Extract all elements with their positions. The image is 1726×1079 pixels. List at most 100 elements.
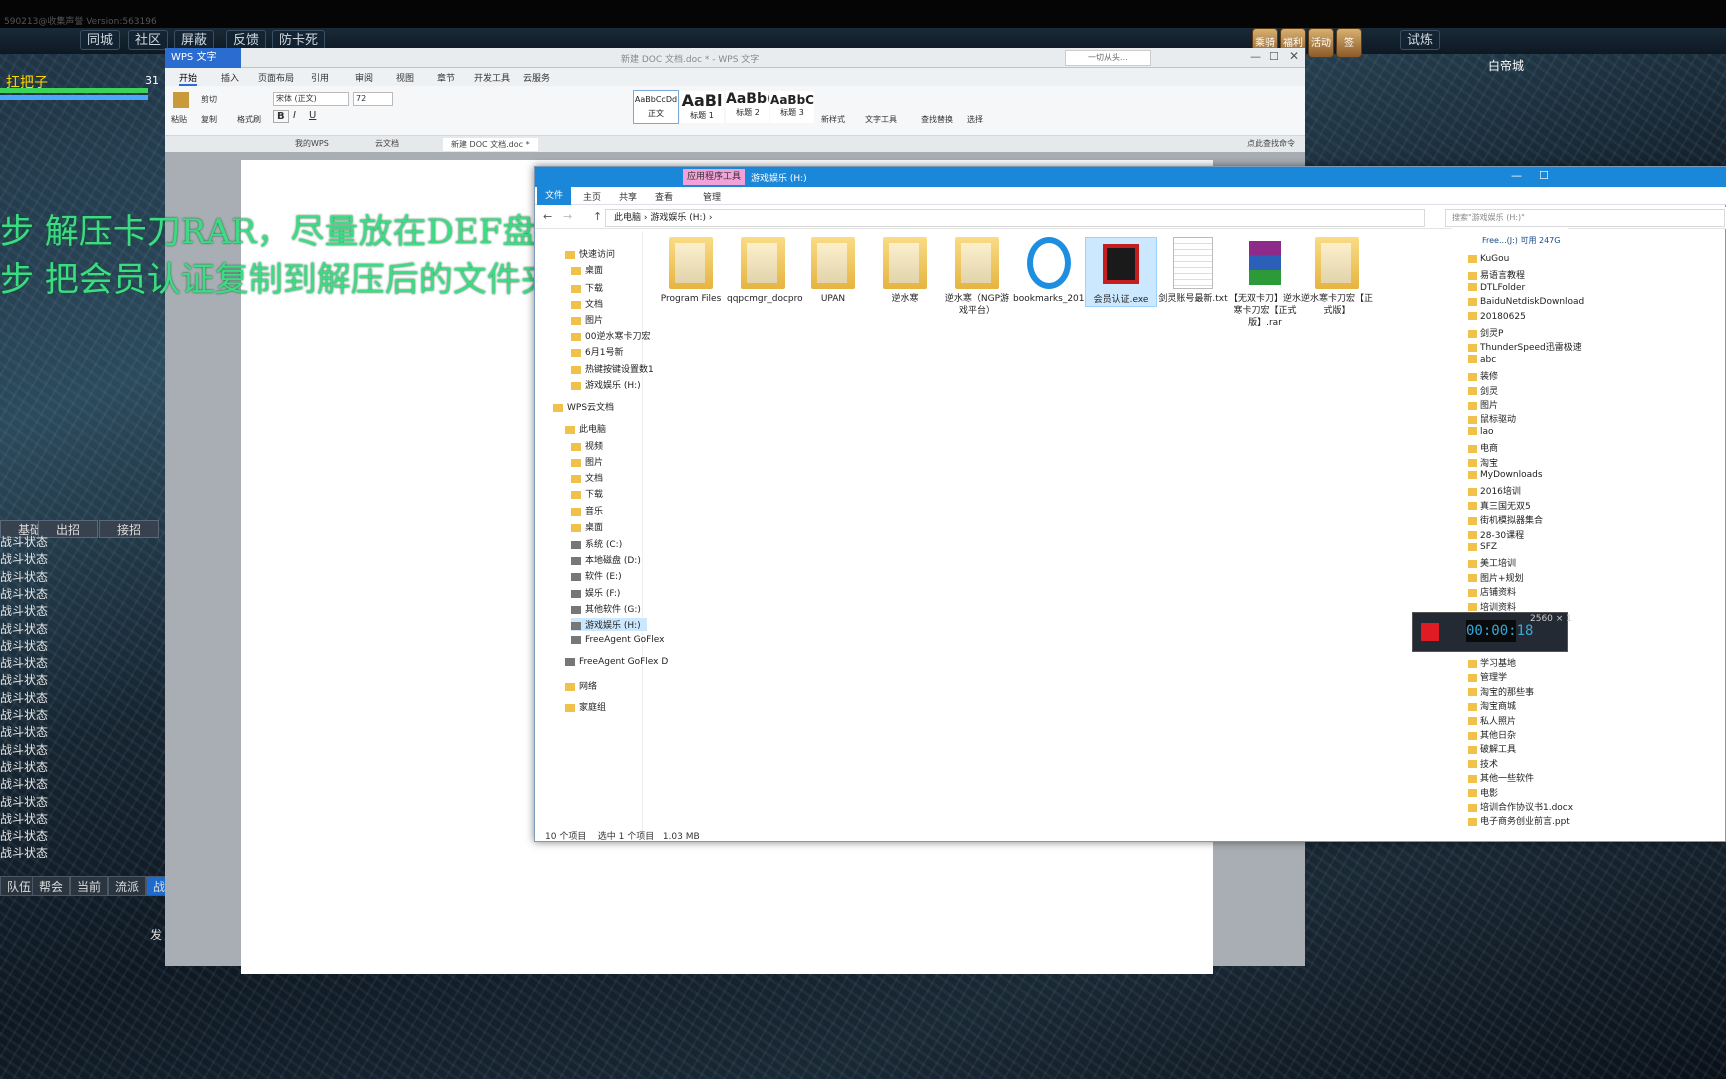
menu-devtools[interactable]: 开发工具 [474, 71, 510, 84]
nav-item[interactable]: 图片 [571, 455, 603, 468]
chat-tab-guild[interactable]: 帮会 [32, 876, 71, 896]
right-folder-item[interactable]: 淘宝商城 [1468, 699, 1516, 712]
right-folder-item[interactable]: 20180625 [1468, 312, 1526, 322]
right-folder-item[interactable]: 破解工具 [1468, 742, 1516, 755]
forward-icon[interactable]: → [563, 210, 572, 223]
menu-view[interactable]: 视图 [396, 71, 414, 84]
ribbon-file[interactable]: 文件 [537, 187, 571, 205]
nav-item[interactable]: 音乐 [571, 504, 603, 517]
new-style-label[interactable]: 新样式 [821, 114, 845, 125]
right-folder-item[interactable]: 电影 [1468, 786, 1498, 799]
right-folder-item[interactable]: 店铺资料 [1468, 585, 1516, 598]
nav-item[interactable]: 娱乐 (F:) [571, 586, 620, 599]
find-replace-label[interactable]: 查找替换 [921, 114, 953, 125]
command-search[interactable]: 点此查找命令 [1247, 138, 1295, 149]
right-folder-item[interactable]: 电商 [1468, 441, 1498, 454]
up-icon[interactable]: ↑ [593, 210, 602, 223]
nav-item[interactable]: 桌面 [571, 263, 603, 276]
menu-start[interactable]: 开始 [179, 71, 198, 86]
close-icon[interactable]: ✕ [1289, 49, 1299, 63]
menu-cloud[interactable]: 云服务 [523, 71, 550, 84]
nav-item[interactable]: 00逆水寒卡刀宏 [571, 329, 650, 342]
paste-label[interactable]: 粘贴 [171, 114, 187, 125]
style-heading2[interactable]: AaBb( 标题 2 [725, 90, 773, 124]
menu-chapter[interactable]: 章节 [437, 71, 455, 84]
sign-icon[interactable]: 签 [1336, 28, 1362, 58]
right-folder-item[interactable]: 其他一些软件 [1468, 771, 1534, 784]
minimize-icon[interactable]: — [1511, 169, 1522, 182]
right-folder-item[interactable]: 装修 [1468, 369, 1498, 382]
menu-reference[interactable]: 引用 [311, 71, 329, 84]
right-folder-item[interactable]: 剑灵P [1468, 326, 1503, 339]
nav-item[interactable]: 家庭组 [565, 700, 606, 713]
minimize-icon[interactable]: — [1250, 50, 1261, 63]
menu-fankui[interactable]: 反馈 [226, 30, 267, 50]
nav-item[interactable]: 下载 [571, 281, 603, 294]
nav-item[interactable]: 系统 (C:) [571, 537, 622, 550]
file-item[interactable]: 【无双卡刀】逆水寒卡刀宏【正式版】.rar [1229, 237, 1301, 329]
context-tab[interactable]: 应用程序工具 [683, 169, 745, 185]
nav-item[interactable]: 游戏娱乐 (H:) [571, 378, 641, 391]
nav-item[interactable]: 桌面 [571, 520, 603, 533]
maximize-icon[interactable]: ☐ [1539, 169, 1549, 182]
right-folder-item[interactable]: 其他日杂 [1468, 728, 1516, 741]
menu-insert[interactable]: 插入 [221, 71, 239, 84]
send-button[interactable]: 发 [150, 926, 162, 943]
text-tools-label[interactable]: 文字工具 [865, 114, 897, 125]
right-folder-item[interactable]: DTLFolder [1468, 283, 1525, 293]
nav-item[interactable]: 软件 (E:) [571, 569, 622, 582]
file-item[interactable]: 逆水寒 [869, 237, 941, 305]
chat-tab-current[interactable]: 当前 [70, 876, 109, 896]
right-folder-item[interactable]: 淘宝 [1468, 456, 1498, 469]
menu-tongcheng[interactable]: 同城 [80, 30, 121, 50]
right-folder-item[interactable]: 电子商务创业前言.ppt [1468, 814, 1570, 827]
crumb-drive[interactable]: 游戏娱乐 (H:) [650, 213, 706, 223]
file-item[interactable]: 剑灵账号最新.txt [1157, 237, 1229, 305]
trial-button[interactable]: 试炼 [1400, 30, 1441, 50]
activity-icon[interactable]: 活动 [1308, 28, 1334, 58]
tab-new-doc[interactable]: 新建 DOC 文档.doc * [443, 138, 538, 151]
maximize-icon[interactable]: ☐ [1269, 50, 1279, 63]
nav-item[interactable]: WPS云文档 [553, 400, 614, 413]
ribbon-manage[interactable]: 管理 [703, 190, 721, 203]
right-folder-item[interactable]: KuGou [1468, 254, 1509, 264]
record-stop-button[interactable] [1421, 623, 1439, 641]
menu-shequ[interactable]: 社区 [128, 30, 169, 50]
paste-icon[interactable] [173, 92, 189, 108]
file-item[interactable]: bookmarks_2018_6_25.html [1013, 237, 1140, 305]
italic-button[interactable]: I [293, 110, 296, 121]
wps-brand[interactable]: WPS 文字 [165, 48, 241, 68]
nav-item[interactable]: 此电脑 [565, 422, 606, 435]
crumb-thispc[interactable]: 此电脑 [614, 213, 641, 223]
nav-item[interactable]: 游戏娱乐 (H:) [571, 618, 647, 631]
right-folder-item[interactable]: 易语言教程 [1468, 268, 1525, 281]
font-select[interactable]: 宋体 (正文) [273, 92, 349, 106]
wps-search[interactable]: 一切从头... [1065, 50, 1151, 66]
cut-label[interactable]: 剪切 [201, 94, 217, 105]
right-folder-item[interactable]: 培训资料 [1468, 600, 1516, 613]
right-folder-item[interactable]: 剑灵 [1468, 384, 1498, 397]
right-folder-item[interactable]: 私人照片 [1468, 714, 1516, 727]
right-folder-item[interactable]: BaiduNetdiskDownload [1468, 297, 1584, 307]
right-folder-item[interactable]: 28-30课程 [1468, 528, 1524, 541]
file-item[interactable]: UPAN [797, 237, 869, 305]
right-folder-item[interactable]: 图片 [1468, 398, 1498, 411]
style-heading1[interactable]: AaBl 标题 1 [679, 90, 725, 124]
nav-item[interactable]: 本地磁盘 (D:) [571, 553, 641, 566]
nav-item[interactable]: 下载 [571, 487, 603, 500]
bold-button[interactable]: B [273, 110, 289, 123]
copy-label[interactable]: 复制 [201, 114, 217, 125]
right-folder-item[interactable]: 2016培训 [1468, 484, 1521, 497]
nav-item[interactable]: 网络 [565, 679, 597, 692]
menu-review[interactable]: 审阅 [355, 71, 373, 84]
right-folder-item[interactable]: ThunderSpeed迅雷极速 [1468, 340, 1582, 353]
tab-jiezhao[interactable]: 接招 [99, 520, 159, 538]
ribbon-home[interactable]: 主页 [583, 190, 601, 203]
nav-item[interactable]: 快速访问 [565, 247, 615, 260]
right-folder-item[interactable]: MyDownloads [1468, 470, 1543, 480]
file-item[interactable]: 会员认证.exe [1085, 237, 1157, 307]
right-folder-item[interactable]: 管理学 [1468, 670, 1507, 683]
nav-item[interactable]: 文档 [571, 297, 603, 310]
right-folder-item[interactable]: lao [1468, 427, 1494, 437]
style-normal[interactable]: AaBbCcDd 正文 [633, 90, 679, 124]
